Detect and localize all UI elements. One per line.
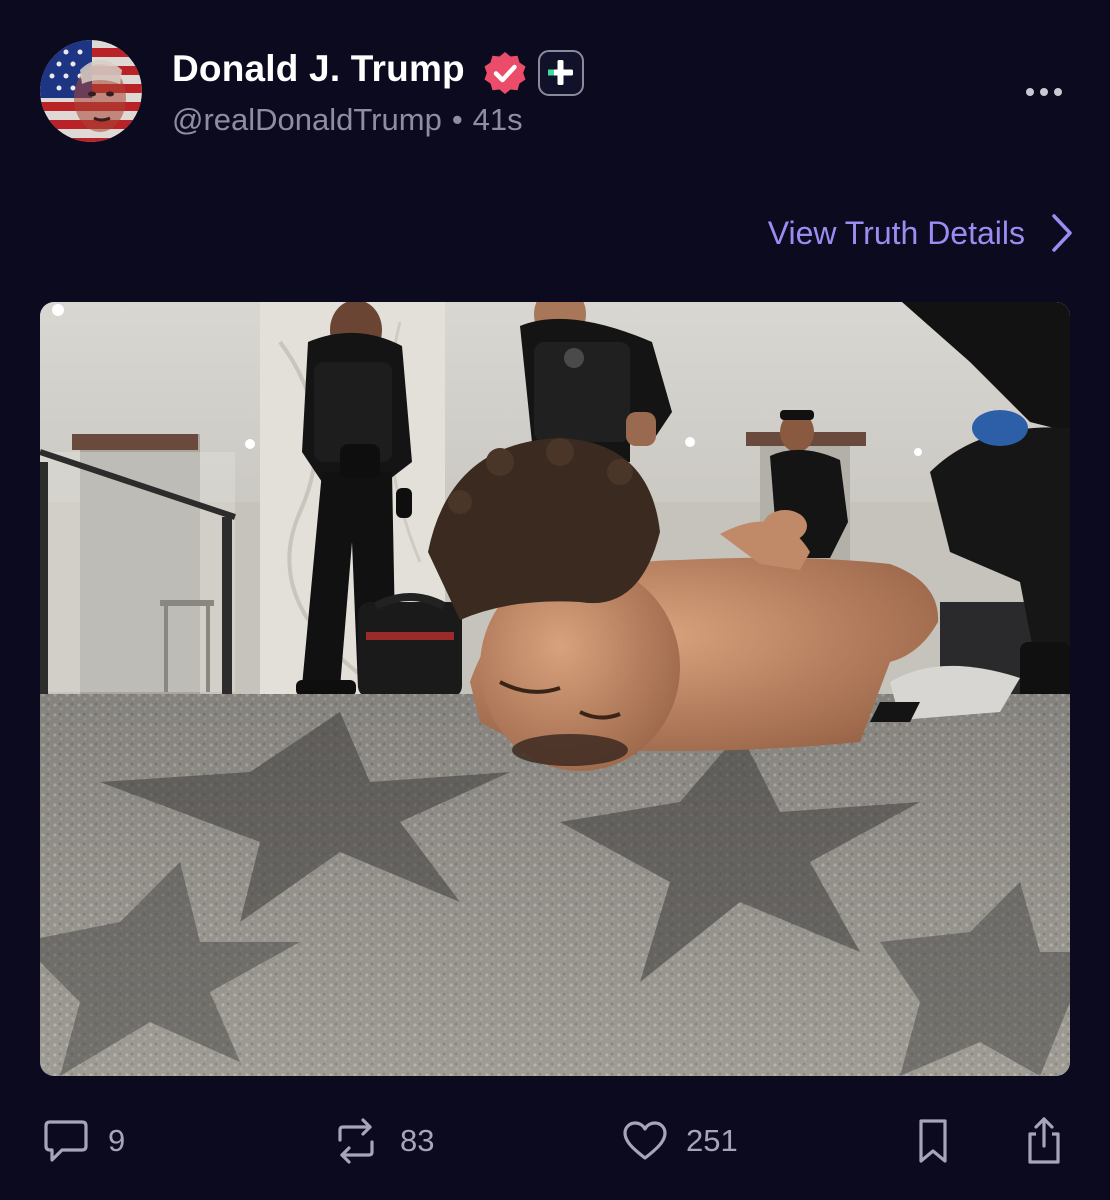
flag-portrait-avatar-image [40, 40, 142, 142]
like-count: 251 [686, 1123, 738, 1158]
share-button[interactable] [1024, 1116, 1064, 1166]
reply-count: 9 [108, 1123, 126, 1158]
author-handle[interactable]: @realDonaldTrump [172, 102, 442, 137]
post-photo [40, 302, 1070, 1076]
meta-separator: • [451, 102, 463, 137]
like-button[interactable]: 251 [622, 1116, 738, 1166]
retruth-button[interactable]: 83 [330, 1116, 434, 1166]
bookmark-icon [919, 1119, 947, 1163]
more-horizontal-icon[interactable] [1022, 82, 1066, 102]
heart-icon [623, 1121, 667, 1160]
repost-arrows-icon [338, 1118, 374, 1164]
retruth-count: 83 [400, 1123, 435, 1158]
post-image[interactable] [40, 302, 1070, 1076]
bookmark-button[interactable] [916, 1116, 950, 1166]
author-avatar[interactable] [40, 40, 142, 142]
author-meta: @realDonaldTrump • 41s [172, 102, 523, 138]
plus-subscription-badge[interactable] [538, 50, 584, 96]
chevron-right-icon [1052, 214, 1072, 252]
plus-square-icon [548, 60, 573, 85]
verified-check-badge-icon [484, 52, 526, 94]
speech-bubble-icon [44, 1120, 88, 1162]
view-truth-details-link[interactable]: View Truth Details [768, 208, 1073, 258]
author-display-name[interactable]: Donald J. Trump [172, 48, 465, 90]
reply-button[interactable]: 9 [42, 1116, 125, 1166]
share-upload-icon [1028, 1117, 1060, 1164]
view-truth-details-label: View Truth Details [767, 214, 1025, 251]
post-timestamp: 41s [472, 102, 523, 137]
